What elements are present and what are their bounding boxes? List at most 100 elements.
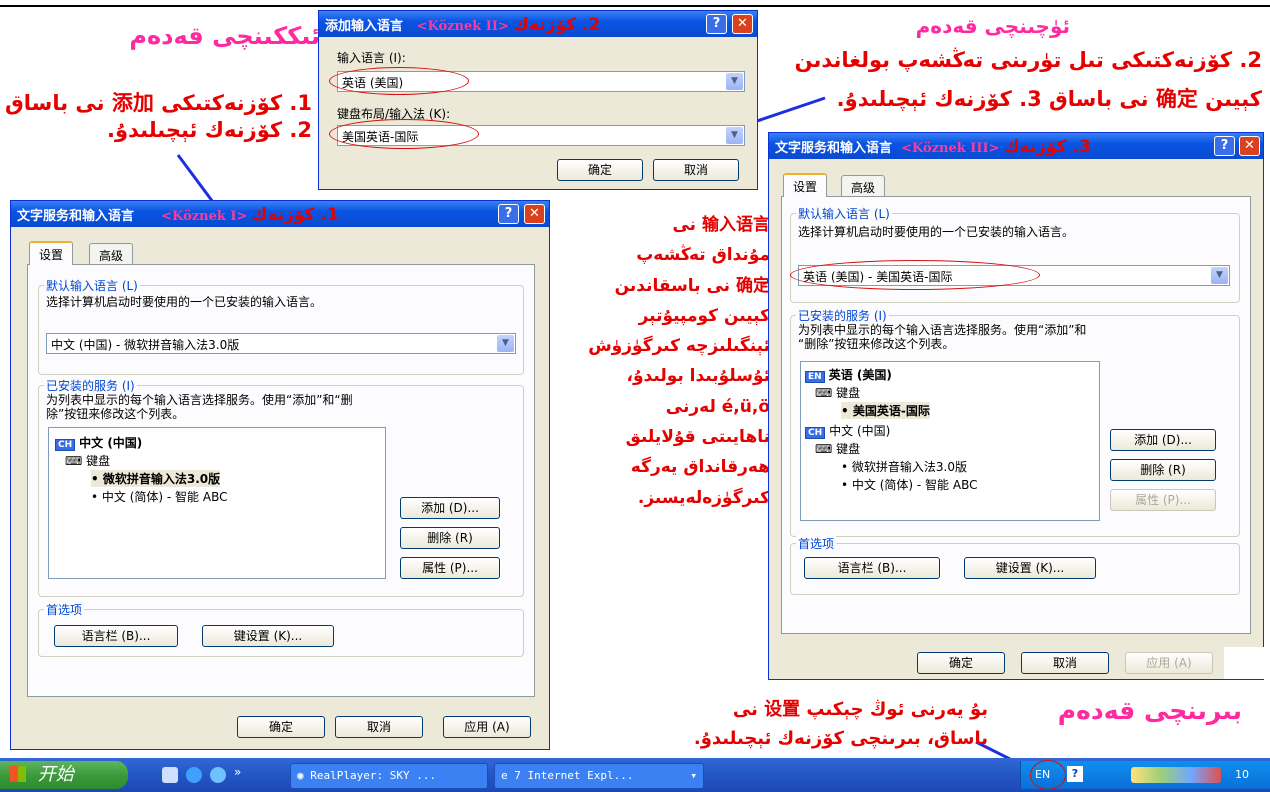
key-settings-button[interactable]: 键设置 (K)... — [202, 625, 334, 647]
add-button[interactable]: 添加 (D)... — [1110, 429, 1216, 451]
help-button[interactable]: ? — [1214, 136, 1235, 156]
language-bar-button[interactable]: 语言栏 (B)... — [804, 557, 940, 579]
keyboard-row[interactable]: ⌨ 键盘 — [815, 440, 860, 457]
key-settings-button[interactable]: 键设置 (K)... — [964, 557, 1096, 579]
help-button[interactable]: ? — [498, 204, 519, 224]
title-bar: 添加输入语言 <Köznek II> 2. كۆزنەك — [319, 11, 757, 37]
more-chevron-icon[interactable]: » — [234, 765, 241, 779]
service-item-label: 微软拼音输入法3.0版 — [102, 472, 221, 486]
chevron-down-icon[interactable]: ▼ — [1211, 267, 1228, 284]
chevron-down-icon[interactable]: ▼ — [726, 73, 743, 90]
default-language-value: 中文 (中国) - 微软拼音输入法3.0版 — [51, 338, 240, 352]
highlight-oval — [790, 260, 1040, 290]
keyboard-label: 键盘 — [836, 386, 861, 400]
service-item[interactable]: • 中文 (简体) - 智能 ABC — [91, 488, 227, 505]
window-title: 文字服务和输入语言 — [775, 141, 893, 156]
ok-button[interactable]: 确定 — [557, 159, 643, 181]
service-item-label: 微软拼音输入法3.0版 — [851, 460, 967, 474]
language-name: 英语 (美国) — [828, 368, 892, 382]
tab-settings[interactable]: 设置 — [783, 173, 828, 197]
task-internet-explorer[interactable]: e 7 Internet Expl... ▾ — [494, 763, 704, 789]
ch-language-icon: CH — [805, 427, 826, 439]
remove-button[interactable]: 删除 (R) — [1110, 459, 1216, 481]
ok-button[interactable]: 确定 — [237, 716, 325, 738]
white-patch — [1224, 647, 1264, 679]
chevron-down-icon[interactable]: ▾ — [690, 764, 697, 788]
step-one-line1: بۇ يەرنى ئوڭ چېكىپ 设置 نى — [732, 699, 988, 720]
window-tag: <Köznek III> — [901, 141, 1000, 156]
settings-panel: 默认输入语言 (L) 选择计算机启动时要使用的一个已安装的输入语言。 中文 (中… — [27, 264, 535, 697]
step-two-line2: 2. كۆزنەك ئېچىلىدۇ. — [106, 118, 312, 142]
tab-settings[interactable]: 设置 — [29, 241, 74, 265]
step-three-heading: ئۈچىنچى قەدەم — [915, 14, 1070, 38]
default-language-desc: 选择计算机启动时要使用的一个已安装的输入语言。 — [46, 295, 323, 309]
cancel-button[interactable]: 取消 — [335, 716, 423, 738]
title-bar: 文字服务和输入语言 <Köznek I> 1. كۆزنەك — [11, 201, 549, 227]
step-three-line2: كېيىن 确定 نى باساق 3. كۆزنەك ئېچىلىدۇ. — [836, 87, 1262, 111]
apply-button: 应用 (A) — [1125, 652, 1213, 674]
installed-services-list[interactable]: EN 英语 (美国) ⌨ 键盘 • 美国英语-国际 CH 中文 (中国) ⌨ 键盘 … — [800, 361, 1100, 521]
middle-note-line: 输入语言 نى — [672, 215, 770, 235]
media-icon[interactable] — [186, 767, 202, 783]
window-step-label: 3. كۆزنەك — [1003, 137, 1091, 157]
tab-advanced[interactable]: 高级 — [89, 243, 134, 265]
close-button[interactable]: ✕ — [732, 14, 753, 34]
language-name: 中文 (中国) — [79, 436, 143, 450]
properties-button[interactable]: 属性 (P)... — [400, 557, 500, 579]
keyboard-row[interactable]: ⌨ 键盘 — [65, 452, 110, 469]
service-item-label: 中文 (简体) - 智能 ABC — [101, 490, 228, 504]
keyboard-row[interactable]: ⌨ 键盘 — [815, 384, 860, 401]
start-button[interactable]: 开始 — [0, 761, 128, 789]
chevron-down-icon[interactable]: ▼ — [497, 335, 514, 352]
tray-icons[interactable] — [1131, 767, 1221, 783]
window-tag: <Köznek II> — [416, 19, 509, 34]
text-services-dialog-3: 文字服务和输入语言 <Köznek III> 3. كۆزنەك ? ✕ 设置 … — [768, 132, 1264, 680]
highlight-oval — [329, 67, 469, 95]
cancel-button[interactable]: 取消 — [653, 159, 739, 181]
cancel-button[interactable]: 取消 — [1021, 652, 1109, 674]
input-language-label: 输入语言 (I): — [337, 51, 406, 65]
keyboard-icon: ⌨ — [815, 386, 837, 400]
tab-advanced[interactable]: 高级 — [841, 175, 886, 197]
add-button[interactable]: 添加 (D)... — [400, 497, 500, 519]
ch-language-icon: CH — [55, 439, 76, 451]
preferences-label: 首选项 — [796, 535, 837, 552]
windows-logo-icon — [10, 766, 26, 782]
installed-services-list[interactable]: CH 中文 (中国) ⌨ 键盘 • 微软拼音输入法3.0版 • 中文 (简体) -… — [48, 427, 386, 579]
add-input-language-dialog: 添加输入语言 <Köznek II> 2. كۆزنەك ? ✕ 输入语言 (I… — [318, 10, 758, 190]
window-step-label: 2. كۆزنەك — [513, 15, 601, 35]
show-desktop-icon[interactable] — [162, 767, 178, 783]
ok-button[interactable]: 确定 — [917, 652, 1005, 674]
language-ch-row[interactable]: CH 中文 (中国) — [805, 422, 890, 439]
ie-icon: e — [501, 769, 508, 782]
task-label: RealPlayer: SKY ... — [310, 769, 437, 782]
service-item[interactable]: • 微软拼音输入法3.0版 — [841, 458, 967, 475]
language-en-row[interactable]: EN 英语 (美国) — [805, 366, 892, 383]
default-language-select[interactable]: 中文 (中国) - 微软拼音输入法3.0版 ▼ — [46, 333, 516, 354]
language-bar-button[interactable]: 语言栏 (B)... — [54, 625, 178, 647]
step-one-line2: باساق، بىرىنچى كۆزنەك ئېچىلىدۇ. — [693, 728, 988, 749]
middle-note-line: é,ü,ö لەرنى — [665, 396, 770, 417]
service-item-label: 美国英语-国际 — [852, 404, 930, 418]
service-item[interactable]: • 中文 (简体) - 智能 ABC — [841, 476, 977, 493]
language-ch-row[interactable]: CH 中文 (中国) — [55, 434, 142, 451]
middle-note-line: مۇنداق تەڭشەپ — [636, 245, 770, 266]
chevron-down-icon[interactable]: ▼ — [726, 127, 743, 144]
window-tag: <Köznek I> — [161, 209, 248, 224]
highlight-oval — [329, 119, 479, 149]
quick-launch: » — [150, 765, 280, 785]
help-icon[interactable]: ? — [1067, 766, 1083, 782]
service-item-label: 中文 (简体) - 智能 ABC — [851, 478, 978, 492]
task-realplayer[interactable]: ◉ RealPlayer: SKY ... — [290, 763, 488, 789]
help-button[interactable]: ? — [706, 14, 727, 34]
title-bar: 文字服务和输入语言 <Köznek III> 3. كۆزنەك — [769, 133, 1263, 159]
ie-icon[interactable] — [210, 767, 226, 783]
apply-button[interactable]: 应用 (A) — [443, 716, 531, 738]
service-item-selected[interactable]: • 美国英语-国际 — [841, 402, 930, 419]
taskbar: 开始 » ◉ RealPlayer: SKY ... e 7 Internet … — [0, 758, 1270, 792]
service-item-selected[interactable]: • 微软拼音输入法3.0版 — [91, 470, 221, 487]
middle-note-line: ھەرقانداق يەرگە — [630, 457, 770, 478]
close-button[interactable]: ✕ — [1239, 136, 1260, 156]
remove-button[interactable]: 删除 (R) — [400, 527, 500, 549]
close-button[interactable]: ✕ — [524, 204, 545, 224]
